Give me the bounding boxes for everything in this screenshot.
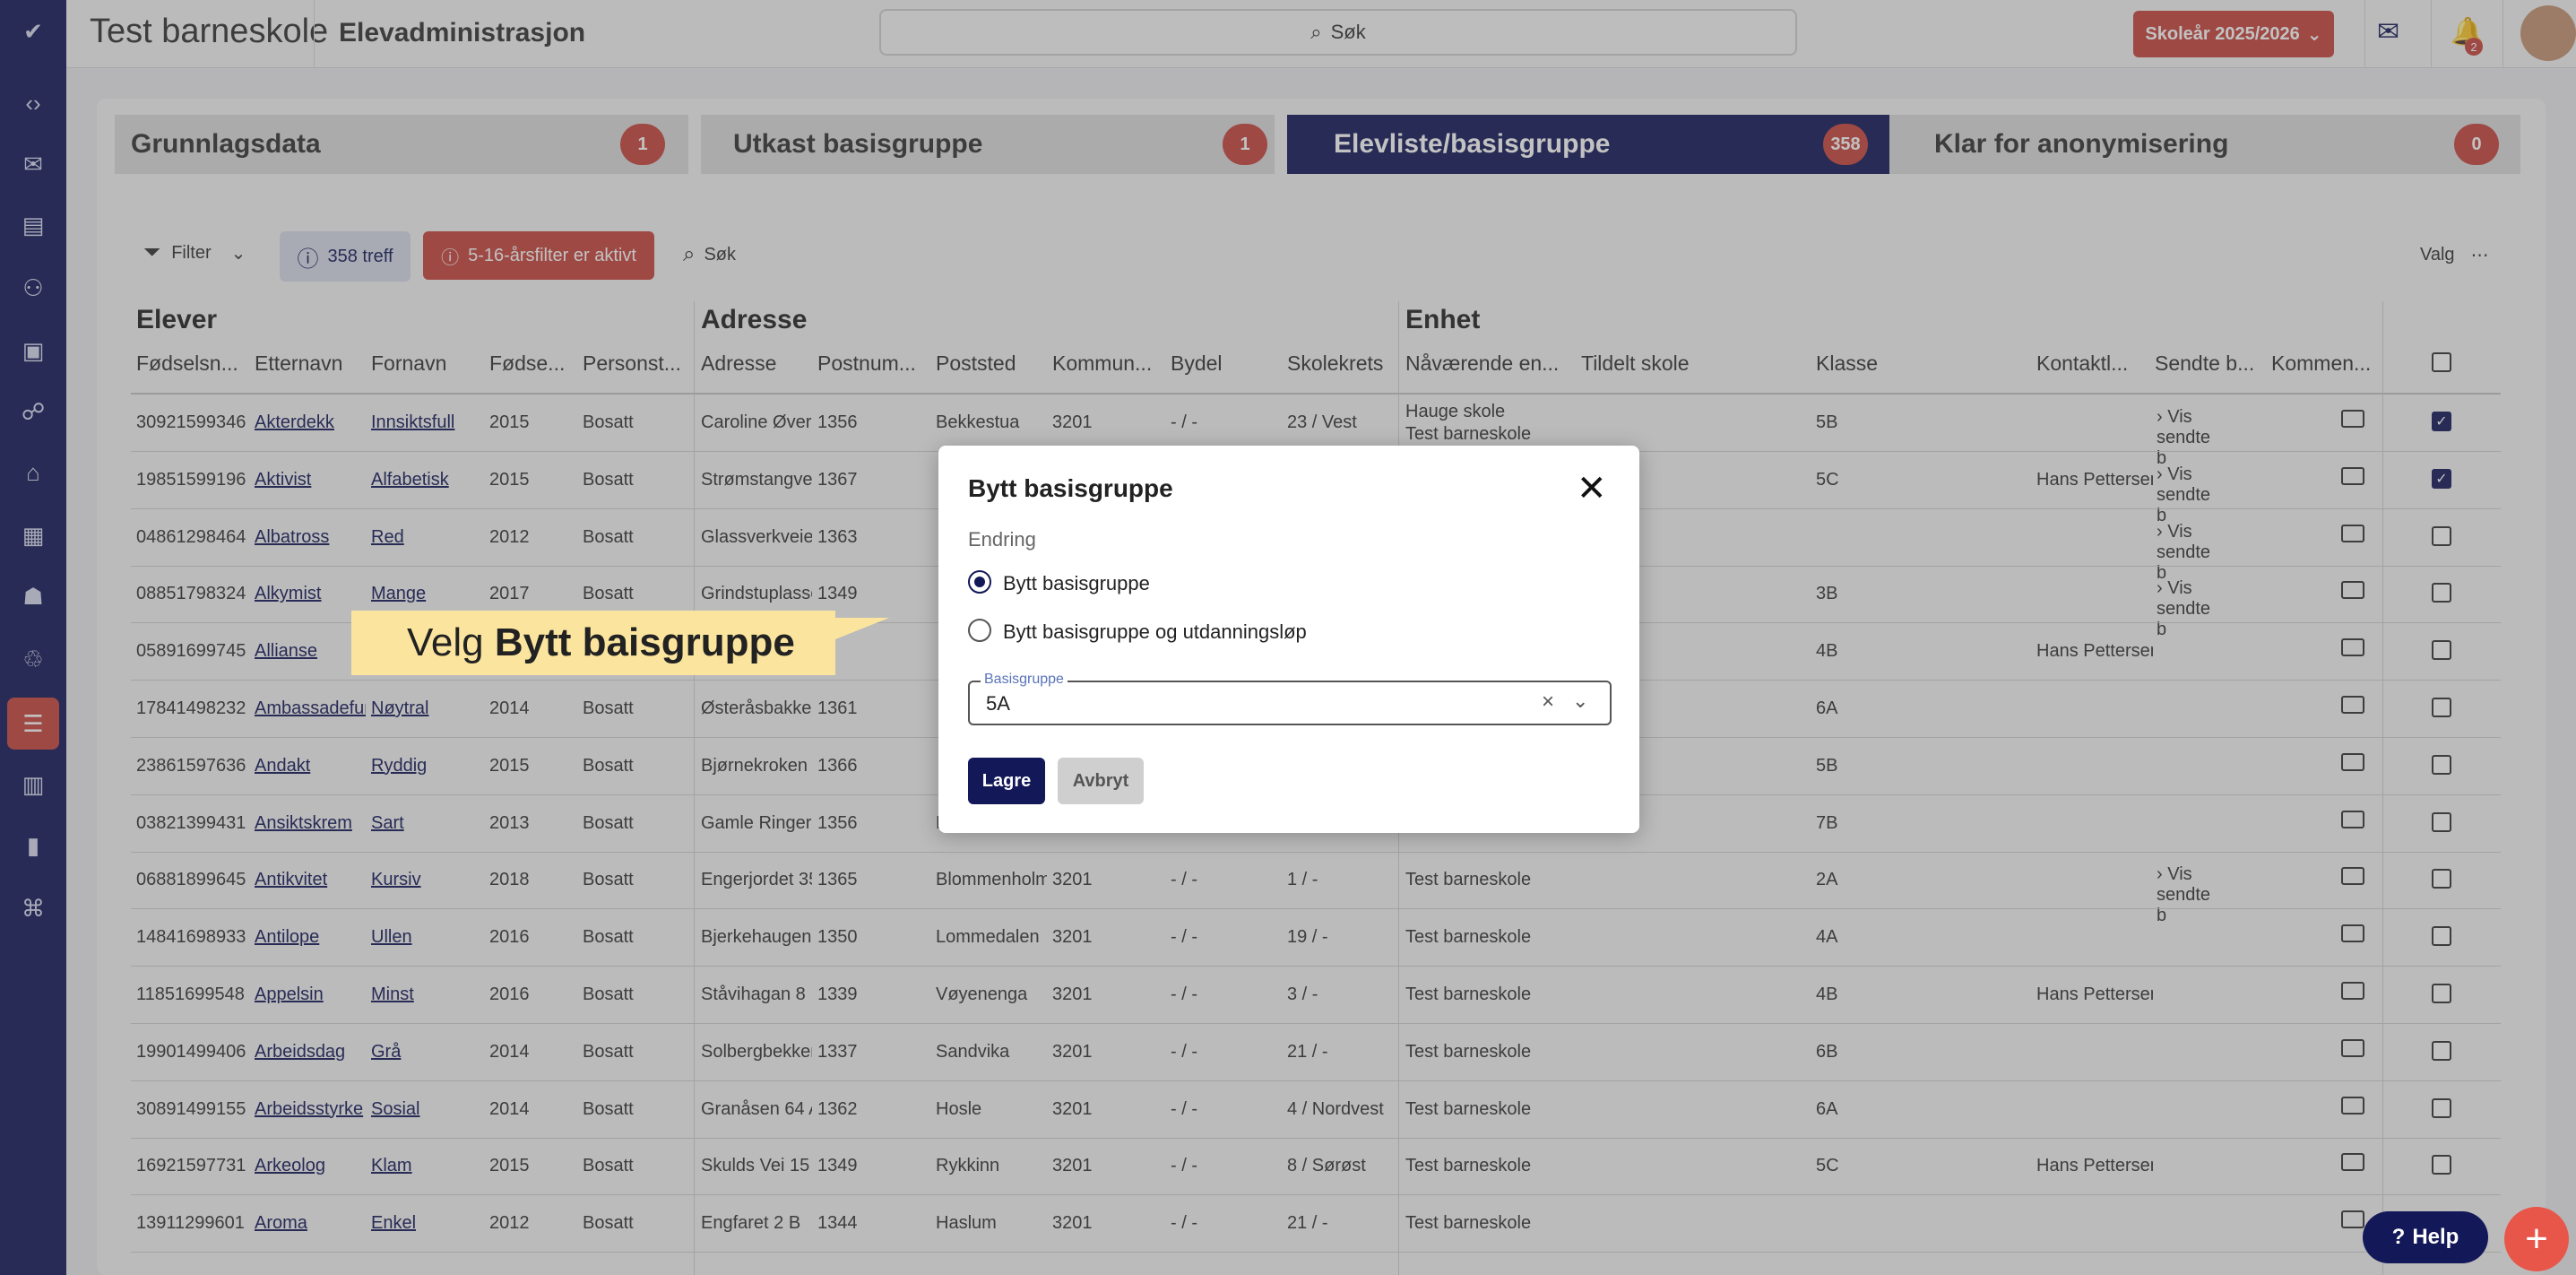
save-button[interactable]: Lagre [968, 758, 1045, 804]
radio-label-bytt-basisgruppe-og-utdanningslop[interactable]: Bytt basisgruppe og utdanningsløp [1003, 620, 1307, 644]
dialog-title: Bytt basisgruppe [968, 474, 1173, 502]
dialog-section-label: Endring [968, 528, 1036, 551]
radio-bytt-basisgruppe-og-utdanningslop[interactable] [968, 619, 991, 642]
close-icon[interactable]: ✕ [1577, 471, 1607, 507]
help-button[interactable]: ? Help [2363, 1211, 2488, 1263]
basisgruppe-field-label: Basisgruppe [981, 672, 1068, 688]
callout-emphasis: Bytt baisgruppe [494, 620, 795, 664]
tutorial-callout: Velg Bytt baisgruppe [351, 611, 889, 675]
basisgruppe-select[interactable]: Basisgruppe 5A × ⌄ [968, 672, 1612, 725]
radio-bytt-basisgruppe[interactable] [968, 570, 991, 594]
chevron-down-icon[interactable]: ⌄ [1572, 690, 1588, 713]
cancel-button[interactable]: Avbryt [1058, 758, 1144, 804]
clear-icon[interactable]: × [1542, 690, 1554, 715]
callout-prefix: Velg [407, 620, 495, 664]
add-button[interactable]: + [2504, 1207, 2569, 1271]
basisgruppe-value: 5A [986, 692, 1010, 715]
help-label: Help [2412, 1225, 2459, 1249]
help-icon: ? [2391, 1225, 2406, 1249]
radio-label-bytt-basisgruppe[interactable]: Bytt basisgruppe [1003, 572, 1150, 595]
change-base-group-dialog: Bytt basisgruppe ✕ Endring Bytt basisgru… [938, 446, 1639, 833]
